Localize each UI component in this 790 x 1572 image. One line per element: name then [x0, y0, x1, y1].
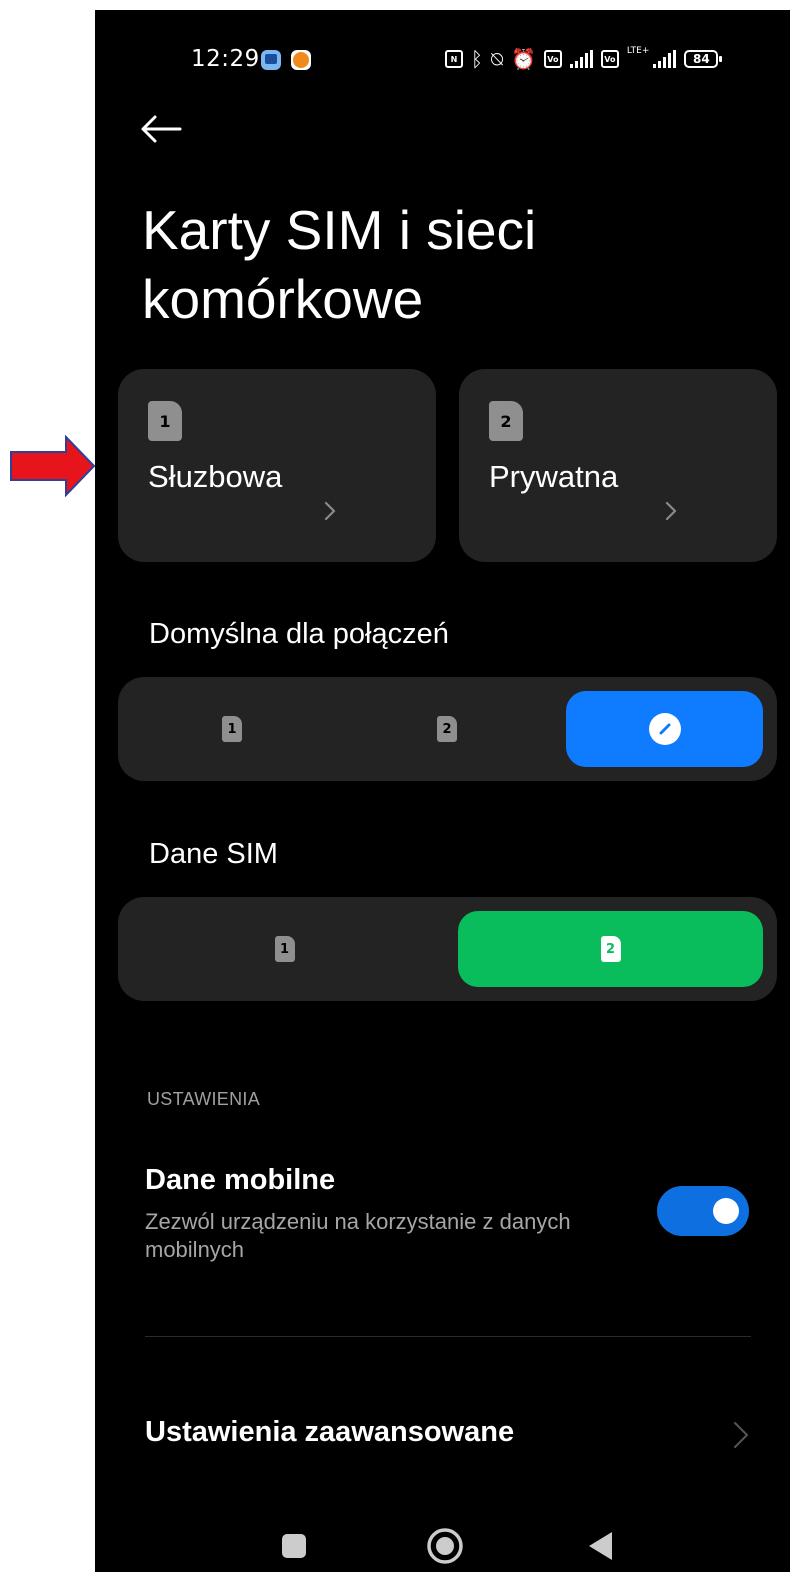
sim-data-label: Dane SIM: [149, 838, 278, 870]
page-title: Karty SIM i sieci komórkowe: [142, 199, 537, 330]
default-calls-option-ask[interactable]: [566, 691, 763, 767]
notification-app-icon: [261, 50, 281, 70]
home-button[interactable]: [425, 1526, 465, 1566]
chevron-right-icon: [324, 501, 336, 521]
battery-icon: 84: [684, 50, 723, 68]
default-calls-label: Domyślna dla połączeń: [149, 618, 449, 650]
sim-card-1[interactable]: 1 Słuzbowa: [118, 369, 436, 562]
default-calls-option-sim2[interactable]: 2: [347, 691, 547, 767]
volte-icon: Vo: [543, 50, 562, 68]
lte-plus-icon: LTE+: [626, 46, 650, 56]
notification-app-icon: [291, 50, 311, 70]
signal-sim1-icon: [569, 50, 593, 68]
phone-screen: 12:29 N ᛒ ⍉ ⏰ Vo Vo LTE+ 84 Karty SIM i …: [95, 10, 790, 1572]
recents-button[interactable]: [274, 1526, 314, 1566]
sim-data-option-sim1[interactable]: 1: [132, 911, 437, 987]
annotation-arrow-icon: [10, 435, 96, 497]
default-calls-option-sim1[interactable]: 1: [132, 691, 332, 767]
mobile-data-title: Dane mobilne: [145, 1164, 336, 1196]
sim-1-icon: 1: [274, 936, 295, 962]
advanced-settings-title: Ustawienia zaawansowane: [145, 1416, 515, 1448]
sim-2-icon: 2: [600, 936, 621, 962]
recents-square-icon: [282, 1534, 306, 1558]
chevron-right-icon: [734, 1422, 748, 1448]
settings-section-header: USTAWIENIA: [147, 1089, 261, 1109]
sim-2-icon: 2: [489, 401, 523, 441]
alarm-icon: ⏰: [511, 47, 536, 71]
sim-1-icon: 1: [148, 401, 182, 441]
mobile-data-subtitle: Zezwól urządzeniu na korzystanie z danyc…: [145, 1209, 571, 1262]
status-time: 12:29: [191, 46, 260, 72]
bluetooth-icon: ᛒ: [471, 47, 483, 71]
sim-card-name: Słuzbowa: [148, 459, 283, 494]
volte-icon: Vo: [600, 50, 619, 68]
sim-data-option-sim2[interactable]: 2: [458, 911, 763, 987]
signal-sim2-icon: [653, 50, 677, 68]
nfc-icon: N: [445, 50, 463, 68]
divider: [145, 1336, 751, 1337]
back-arrow-icon: [141, 115, 182, 143]
sim-data-selector: 1 2: [118, 897, 777, 1001]
home-circle-icon: [427, 1528, 463, 1564]
mobile-data-toggle[interactable]: [657, 1186, 749, 1236]
edit-pencil-icon: [648, 713, 681, 745]
default-calls-selector: 1 2: [118, 677, 777, 781]
sim-2-icon: 2: [437, 716, 457, 742]
chevron-right-icon: [665, 501, 677, 521]
sim-card-2[interactable]: 2 Prywatna: [459, 369, 777, 562]
status-icons: N ᛒ ⍉ ⏰ Vo Vo LTE+ 84: [445, 46, 723, 72]
sim-1-icon: 1: [222, 716, 242, 742]
back-triangle-icon: [589, 1532, 612, 1560]
vibrate-icon: ⍉: [491, 47, 503, 71]
back-button[interactable]: [140, 105, 196, 153]
sim-card-name: Prywatna: [489, 459, 619, 494]
nav-back-button[interactable]: [581, 1526, 621, 1566]
